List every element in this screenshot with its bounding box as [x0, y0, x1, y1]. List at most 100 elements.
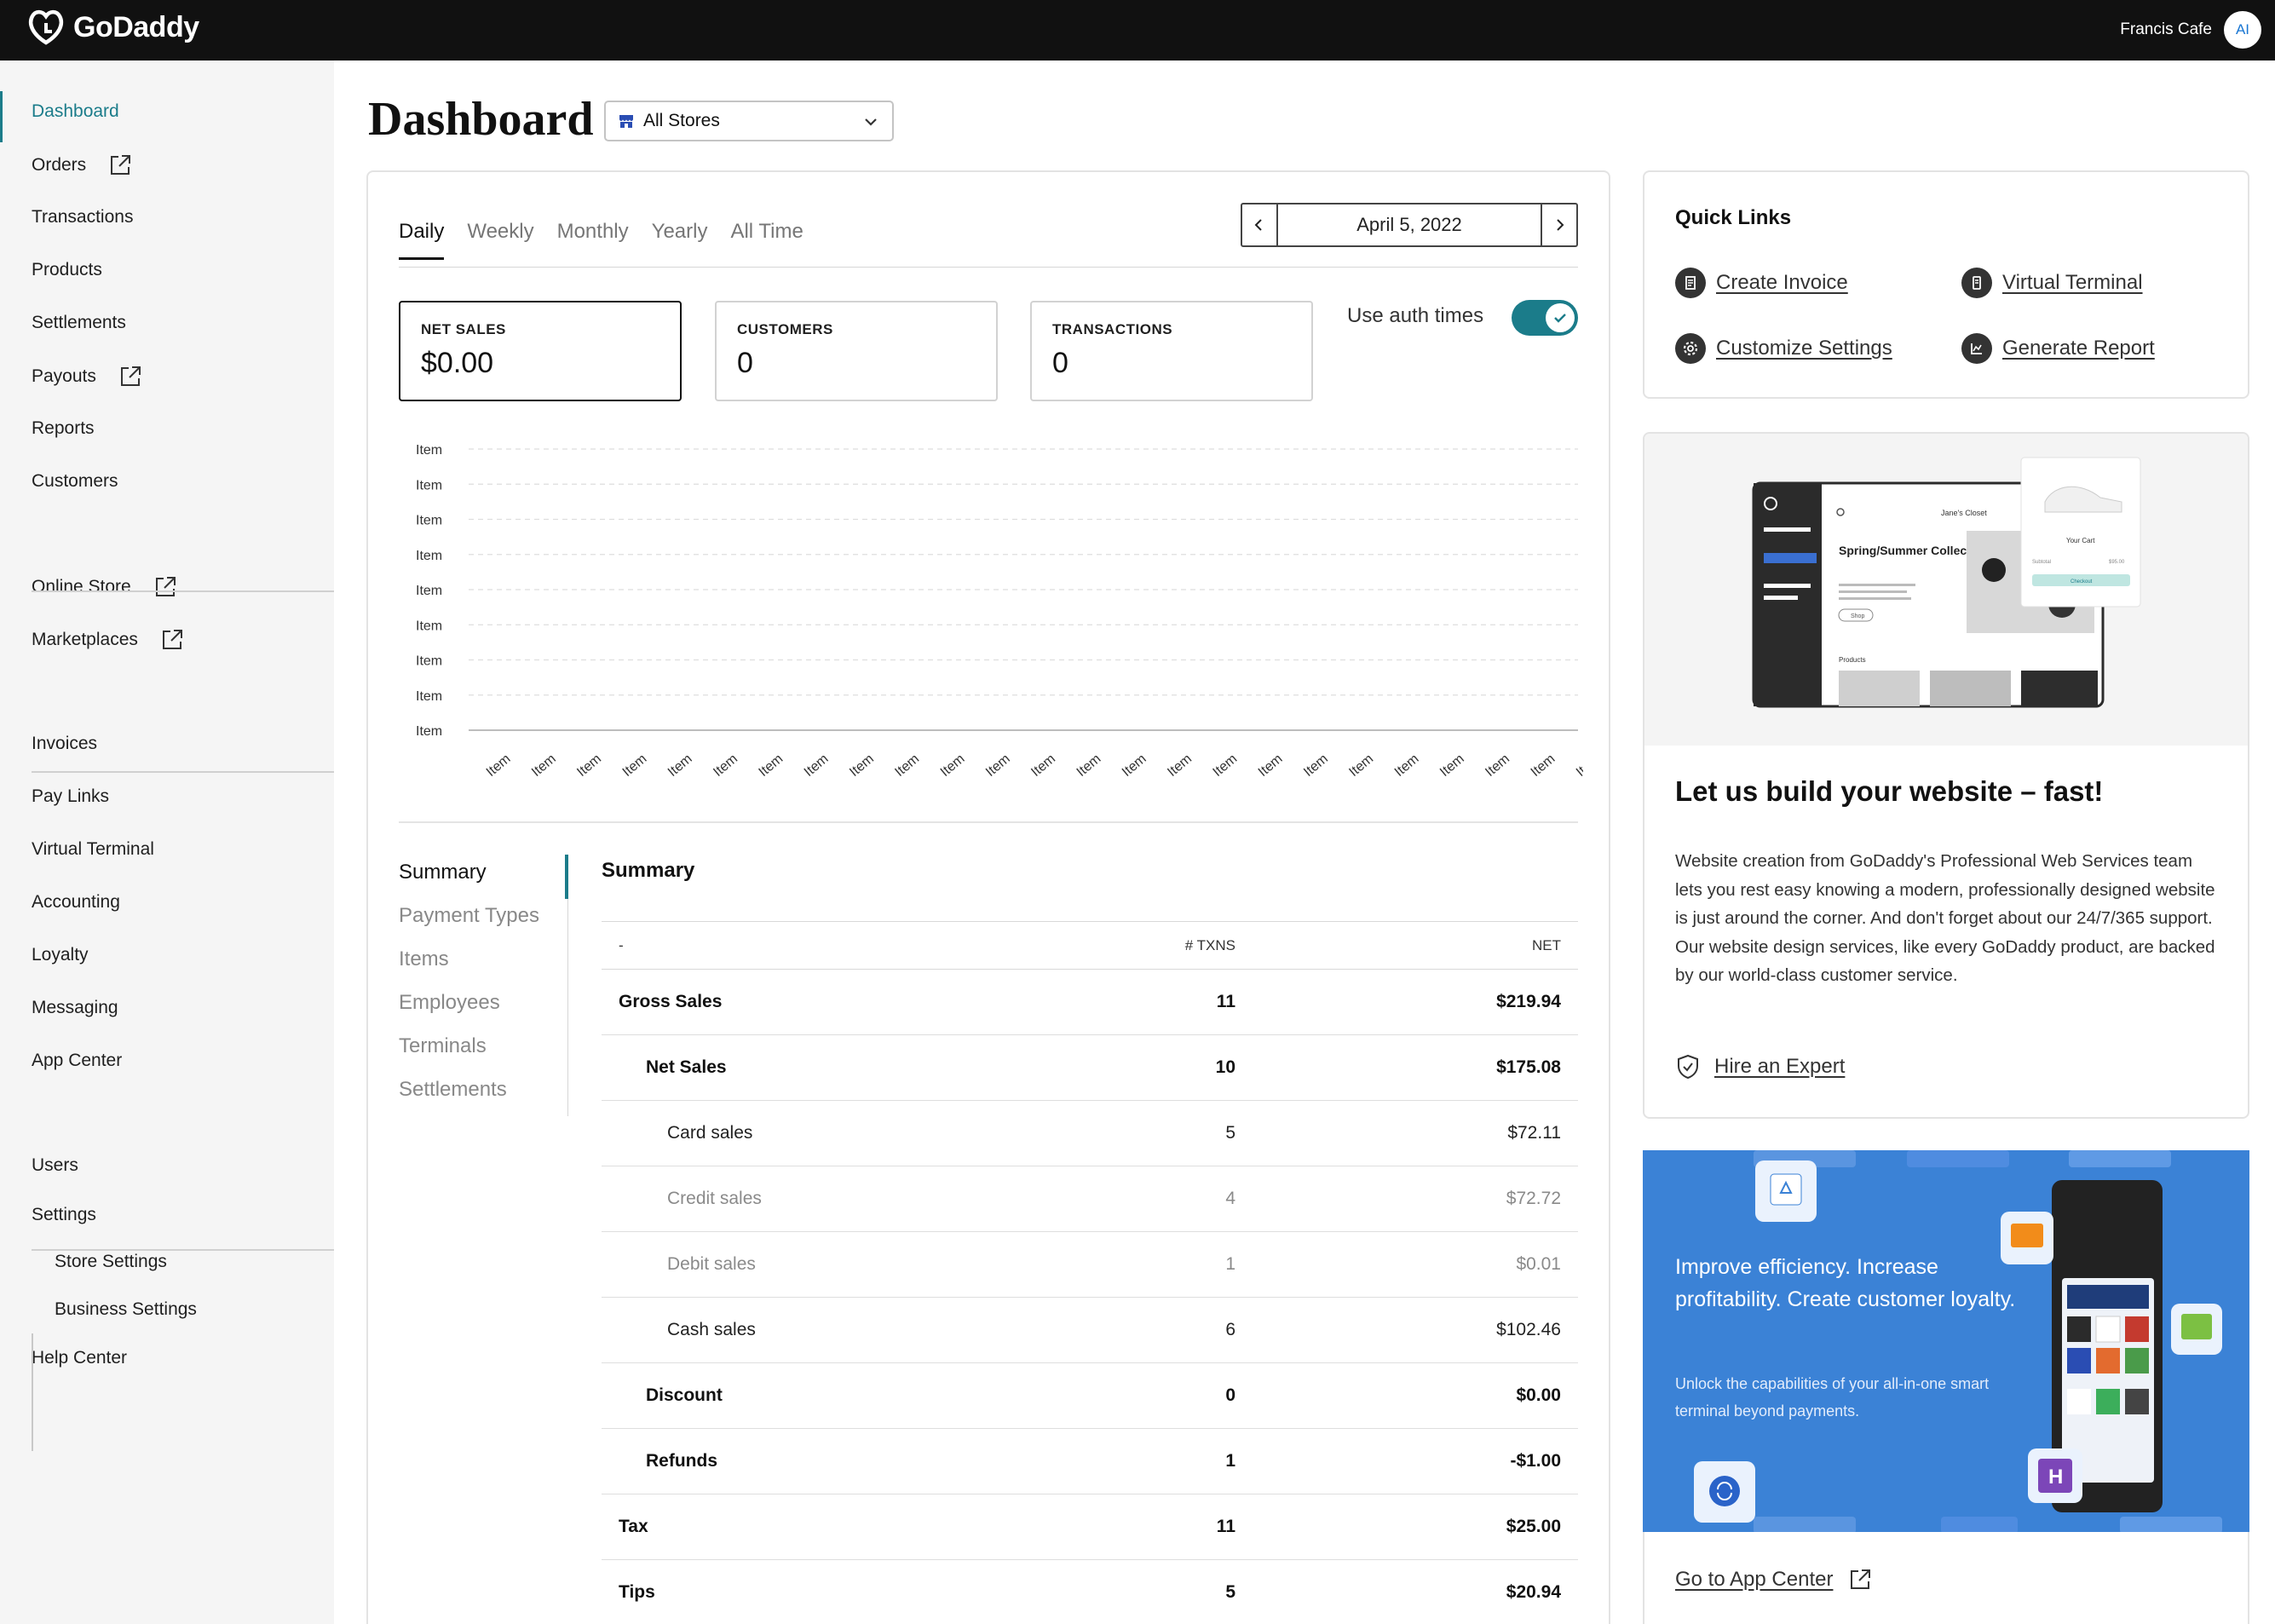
terminal-promo-subtitle: Unlock the capabilities of your all-in-o…: [1675, 1375, 1990, 1420]
x-tick-label: Item: [711, 752, 740, 780]
auth-times-toggle[interactable]: [1512, 300, 1578, 336]
sidebar-item-store-settings[interactable]: Store Settings: [55, 1249, 167, 1275]
sidebar-item-loyalty[interactable]: Loyalty: [32, 942, 89, 968]
previous-day-button[interactable]: [1242, 204, 1278, 245]
sidebar-item-accounting[interactable]: Accounting: [32, 890, 120, 915]
subnav-summary[interactable]: Summary: [399, 861, 539, 904]
generate-report-link[interactable]: Generate Report: [1961, 333, 2155, 364]
row-net: -$1.00: [1510, 1451, 1561, 1471]
y-tick-label: Item: [416, 584, 442, 598]
tab-weekly[interactable]: Weekly: [467, 220, 533, 260]
sidebar-item-pay-links[interactable]: Pay Links: [32, 784, 109, 809]
user-menu[interactable]: Francis Cafe AI: [2120, 11, 2261, 49]
subnav-items[interactable]: Items: [399, 947, 539, 991]
sidebar-item-marketplaces[interactable]: Marketplaces: [32, 626, 186, 654]
sidebar-item-label: Payouts: [32, 366, 96, 386]
customize-settings-link[interactable]: Customize Settings: [1675, 333, 1892, 364]
y-tick-label: Item: [416, 443, 442, 458]
sidebar-item-users[interactable]: Users: [32, 1153, 78, 1178]
next-day-button[interactable]: [1541, 204, 1576, 245]
sidebar-item-dashboard[interactable]: Dashboard: [32, 99, 119, 124]
page-title: Dashboard: [368, 93, 594, 146]
tab-all-time[interactable]: All Time: [730, 220, 803, 260]
external-link-icon: [1851, 1569, 1871, 1589]
terminal-illustration: H: [1694, 1150, 2222, 1534]
sidebar-item-payouts[interactable]: Payouts: [32, 363, 144, 390]
subnav-payment-types[interactable]: Payment Types: [399, 904, 539, 947]
tab-daily[interactable]: Daily: [399, 220, 445, 260]
sidebar-item-label: Dashboard: [32, 101, 119, 121]
sidebar-item-label: Online Store: [32, 577, 131, 596]
create-invoice-link[interactable]: Create Invoice: [1675, 268, 1848, 298]
metric-net-sales[interactable]: NET SALES $0.00: [399, 301, 682, 401]
subnav-settlements[interactable]: Settlements: [399, 1078, 539, 1121]
row-txns: 5: [1225, 1582, 1235, 1602]
x-tick-label: Item: [484, 752, 514, 780]
go-to-app-center-link[interactable]: Go to App Center: [1675, 1566, 1874, 1593]
row-net: $0.00: [1516, 1385, 1561, 1405]
metric-label: CUSTOMERS: [737, 321, 833, 337]
x-tick-label: Item: [892, 752, 922, 780]
sidebar-item-transactions[interactable]: Transactions: [32, 204, 133, 230]
subnav-employees[interactable]: Employees: [399, 991, 539, 1034]
chevron-down-icon: [865, 118, 877, 126]
sidebar-item-orders[interactable]: Orders: [32, 152, 134, 179]
x-tick-label: Item: [1165, 752, 1195, 780]
tab-yearly[interactable]: Yearly: [652, 220, 708, 260]
sales-chart: Item Item Item Item Item Item Item Item Item Item…: [416, 443, 1583, 780]
store-select-value: All Stores: [643, 111, 720, 130]
table-row: Tax 11 $25.00: [602, 1494, 1578, 1560]
metric-value: $0.00: [421, 347, 494, 379]
x-tick-label: Item: [847, 752, 877, 780]
selected-date[interactable]: April 5, 2022: [1278, 214, 1541, 236]
row-txns: 4: [1225, 1189, 1235, 1208]
row-label: Discount: [646, 1385, 723, 1405]
website-promo-title: Let us build your website – fast!: [1675, 775, 2104, 807]
website-mockup-illustration: Jane's Closet Spring/Summer Collection S…: [1752, 457, 2141, 708]
sidebar-item-app-center[interactable]: App Center: [32, 1048, 122, 1074]
sidebar-item-label: Invoices: [32, 734, 98, 753]
table-row: Gross Sales 11 $219.94: [602, 970, 1578, 1035]
tab-monthly[interactable]: Monthly: [557, 220, 629, 260]
sidebar-item-virtual-terminal[interactable]: Virtual Terminal: [32, 837, 154, 862]
sidebar-item-products[interactable]: Products: [32, 257, 102, 283]
external-link-icon: [120, 366, 141, 386]
store-select[interactable]: All Stores: [604, 101, 894, 141]
subnav-divider: [567, 899, 568, 1116]
link-label: Customize Settings: [1716, 337, 1892, 360]
sidebar-item-online-store[interactable]: Online Store: [32, 573, 179, 601]
x-tick-label: Item: [983, 752, 1013, 780]
hire-expert-link[interactable]: Hire an Expert: [1675, 1053, 1845, 1080]
sidebar-item-settlements[interactable]: Settlements: [32, 310, 126, 336]
sidebar-item-customers[interactable]: Customers: [32, 469, 118, 494]
row-label: Cash sales: [667, 1320, 756, 1339]
sidebar-item-reports[interactable]: Reports: [32, 416, 95, 441]
sidebar-item-invoices[interactable]: Invoices: [32, 731, 97, 757]
terminal-icon: [1961, 268, 1992, 298]
table-row: Cash sales 6 $102.46: [602, 1298, 1578, 1363]
sidebar-item-label: Customers: [32, 471, 118, 491]
sidebar-item-messaging[interactable]: Messaging: [32, 995, 118, 1021]
godaddy-logo[interactable]: GoDaddy: [26, 9, 199, 46]
sidebar-item-settings[interactable]: Settings: [32, 1202, 96, 1228]
metric-value: 0: [1052, 347, 1068, 379]
virtual-terminal-link[interactable]: Virtual Terminal: [1961, 268, 2143, 298]
metric-customers[interactable]: CUSTOMERS 0: [715, 301, 998, 401]
row-net: $175.08: [1496, 1057, 1561, 1077]
sidebar-item-label: Reports: [32, 418, 95, 438]
row-net: $219.94: [1496, 992, 1561, 1011]
hire-expert-label: Hire an Expert: [1714, 1055, 1846, 1078]
avatar[interactable]: AI: [2224, 11, 2261, 49]
metric-transactions[interactable]: TRANSACTIONS 0: [1030, 301, 1313, 401]
app-badge-letter: H: [2048, 1466, 2063, 1489]
subnav-terminals[interactable]: Terminals: [399, 1034, 539, 1078]
x-tick-label: Item: [1211, 752, 1241, 780]
sidebar-item-help-center[interactable]: Help Center: [32, 1345, 127, 1371]
row-txns: 10: [1215, 1057, 1235, 1077]
store-icon: [619, 115, 633, 128]
app-center-label: Go to App Center: [1675, 1568, 1834, 1591]
sidebar-item-business-settings[interactable]: Business Settings: [55, 1297, 197, 1322]
mock-price: $95.00: [2109, 560, 2125, 565]
table-row: Net Sales 10 $175.08: [602, 1035, 1578, 1101]
external-link-icon: [162, 630, 182, 649]
